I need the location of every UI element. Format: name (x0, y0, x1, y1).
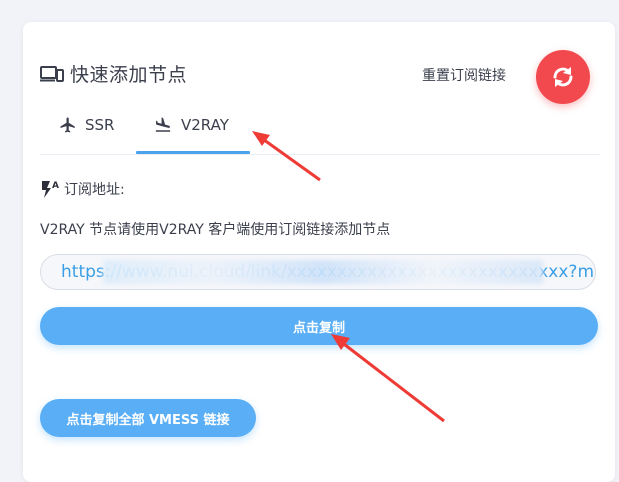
airplane-landing-icon (155, 117, 171, 132)
reset-subscription-label[interactable]: 重置订阅链接 (422, 65, 506, 85)
active-tab-indicator (136, 151, 250, 154)
refresh-icon (553, 67, 573, 87)
card-title: 快速添加节点 (70, 64, 188, 86)
svg-text:A: A (52, 181, 59, 191)
url-redaction-mask (103, 260, 543, 284)
devices-icon (40, 65, 64, 82)
copy-all-vmess-button[interactable]: 点击复制全部 VMESS 链接 (40, 399, 256, 437)
reset-subscription-button[interactable] (536, 50, 590, 104)
tab-ssr-label: SSR (85, 116, 115, 134)
tab-ssr[interactable]: SSR (59, 116, 114, 134)
airplane-icon (60, 117, 75, 133)
tab-v2ray-label: V2RAY (181, 116, 229, 134)
card-header: 快速添加节点 (40, 60, 187, 87)
subscription-label: A 订阅地址: (40, 179, 125, 199)
quick-add-node-card: 快速添加节点 重置订阅链接 SSR V2RAY A 订阅地址: V2RAY 节点… (23, 22, 615, 482)
tab-v2ray[interactable]: V2RAY (153, 116, 229, 134)
copy-button[interactable]: 点击复制 (40, 307, 598, 345)
v2ray-help-text: V2RAY 节点请使用V2RAY 客户端使用订阅链接添加节点 (40, 222, 391, 238)
annotation-arrow-copy (331, 334, 445, 423)
annotation-arrow-tab (252, 131, 321, 182)
bolt-auto-icon: A (42, 181, 59, 198)
subscription-label-text: 订阅地址: (64, 182, 125, 198)
